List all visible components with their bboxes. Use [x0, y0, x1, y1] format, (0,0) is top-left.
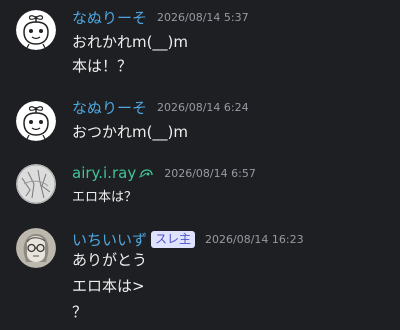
- sprout-character-icon: [16, 10, 56, 50]
- author-name[interactable]: なぬりーそ: [72, 97, 147, 118]
- message-header: なぬりーそ 2026/08/14 6:24: [72, 97, 249, 117]
- timestamp: 2026/08/14 16:23: [205, 232, 304, 246]
- timestamp: 2026/08/14 6:24: [157, 100, 249, 114]
- avatar[interactable]: [16, 164, 56, 204]
- message-text: 本は！？: [72, 57, 133, 75]
- avatar[interactable]: [16, 10, 56, 50]
- sprout-character-icon: [16, 101, 56, 141]
- author-name[interactable]: airy.i.ray: [72, 164, 136, 182]
- author-name[interactable]: なぬりーそ: [72, 7, 147, 28]
- sketch-avatar-icon: [16, 164, 56, 204]
- message-text: おれかれm(__)m: [72, 33, 188, 51]
- message-header: なぬりーそ 2026/08/14 5:37: [72, 7, 249, 27]
- avatar[interactable]: [16, 228, 56, 268]
- thread-owner-badge: スレ主: [151, 230, 196, 248]
- avatar[interactable]: [16, 101, 56, 141]
- glasses-character-icon: [16, 228, 56, 268]
- message-header: いちいいず スレ主 2026/08/14 16:23: [72, 229, 304, 249]
- author-name[interactable]: いちいいず: [72, 229, 147, 250]
- message-text: エロ本は>: [72, 277, 145, 295]
- message-text: ？: [72, 303, 88, 321]
- timestamp: 2026/08/14 6:57: [164, 166, 256, 180]
- message-header: airy.i.ray 2026/08/14 6:57: [72, 163, 256, 183]
- message-text: エロ本は？: [72, 190, 138, 205]
- message-text: ありがとう: [72, 251, 148, 269]
- message-text: おつかれm(__)m: [72, 123, 188, 141]
- timestamp: 2026/08/14 5:37: [157, 10, 249, 24]
- user-tag-icon: [138, 167, 154, 179]
